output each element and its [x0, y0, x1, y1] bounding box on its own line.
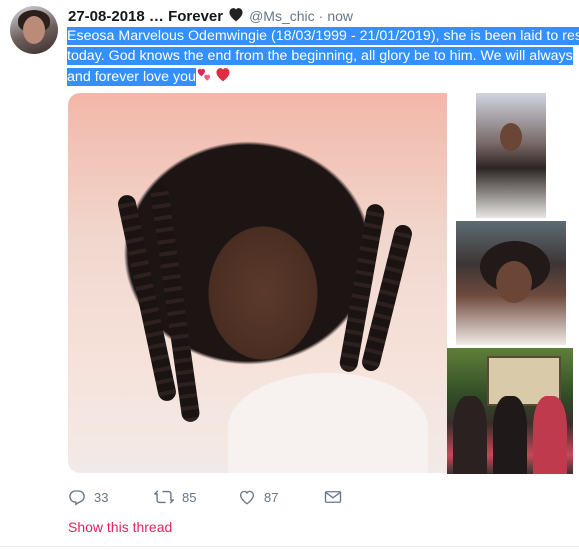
- reply-count: 33: [94, 489, 109, 505]
- black-heart-icon: [227, 6, 245, 27]
- message-action[interactable]: [324, 489, 342, 505]
- photo-detail: [500, 123, 522, 151]
- avatar[interactable]: [10, 6, 58, 54]
- envelope-icon: [324, 489, 342, 505]
- show-thread-link[interactable]: Show this thread: [68, 519, 172, 535]
- tweet-text-line: and forever love you: [67, 66, 579, 88]
- tweet-text-line: Eseosa Marvelous Odemwingie (18/03/1999 …: [67, 26, 579, 46]
- media-main-photo[interactable]: [68, 93, 447, 473]
- retweet-count: 85: [182, 489, 197, 505]
- reply-action[interactable]: 33: [68, 488, 154, 506]
- display-name[interactable]: 27-08-2018 … Forever: [68, 8, 223, 25]
- like-action[interactable]: 87: [238, 488, 324, 506]
- photo-detail: [493, 396, 527, 474]
- tweet: 27-08-2018 … Forever @Ms_chic · now Eseo…: [0, 0, 579, 550]
- user-handle[interactable]: @Ms_chic: [249, 8, 315, 24]
- media-thumbnail-2[interactable]: [456, 221, 566, 345]
- photo-detail: [228, 373, 428, 473]
- tweet-text: Eseosa Marvelous Odemwingie (18/03/1999 …: [67, 26, 579, 88]
- tweet-actions: 33 85 87: [68, 486, 342, 508]
- avatar-face: [23, 16, 45, 44]
- retweet-icon: [154, 488, 174, 506]
- photo-detail: [453, 396, 487, 474]
- divider: [0, 546, 579, 547]
- tweet-text-line: today. God knows the end from the beginn…: [67, 47, 573, 65]
- tweet-timestamp[interactable]: now: [327, 8, 353, 24]
- portrait-photo: [68, 93, 447, 473]
- photo-detail: [496, 261, 532, 303]
- like-count: 87: [264, 489, 279, 505]
- photo-detail: [533, 396, 567, 474]
- like-icon: [238, 488, 256, 506]
- reply-icon: [68, 488, 86, 506]
- red-heart-icon: [214, 66, 232, 88]
- revolving-hearts-icon: [196, 66, 214, 88]
- retweet-action[interactable]: 85: [154, 488, 238, 506]
- separator-dot: ·: [318, 8, 324, 24]
- media-thumbnail-3[interactable]: [447, 348, 573, 474]
- tweet-header: 27-08-2018 … Forever @Ms_chic · now: [68, 6, 353, 26]
- media-thumbnail-1[interactable]: [476, 93, 546, 218]
